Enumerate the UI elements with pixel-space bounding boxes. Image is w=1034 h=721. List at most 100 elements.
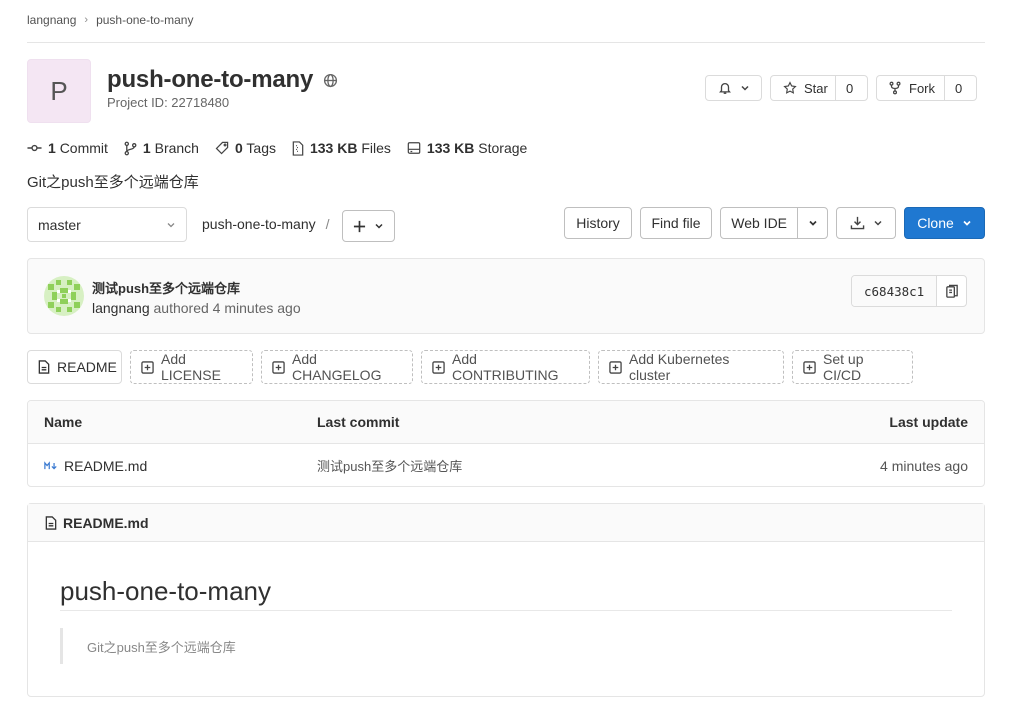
plus-icon [353, 220, 366, 233]
readme-blockquote-text: Git之push至多个远端仓库 [87, 639, 236, 655]
readme-divider [60, 610, 952, 611]
file-name-cell[interactable]: README.md [44, 444, 147, 486]
copy-sha-button[interactable] [936, 276, 966, 306]
markdown-icon [44, 460, 58, 471]
files-stat[interactable]: 133 KB Files [292, 140, 391, 156]
tags-count: 0 [234, 140, 243, 156]
star-button-group[interactable]: Star 0 [770, 75, 868, 101]
star-count[interactable]: 0 [835, 76, 863, 100]
column-header-last-update: Last update [889, 414, 968, 430]
add-to-tree-dropdown[interactable] [342, 210, 395, 242]
plus-square-icon [432, 360, 445, 374]
file-icon [45, 515, 57, 530]
chevron-down-icon [962, 218, 972, 228]
readme-button-label: README [57, 359, 117, 375]
column-header-name: Name [44, 414, 83, 430]
tag-icon [215, 141, 229, 155]
readme-blockquote: Git之push至多个远端仓库 [60, 628, 236, 664]
commits-label: Commit [59, 140, 108, 156]
file-last-update: 4 minutes ago [880, 457, 968, 474]
last-commit-box: 测试push至多个远端仓库 langnang authored 4 minute… [27, 258, 985, 334]
project-description: Git之push至多个远端仓库 [27, 174, 199, 191]
bell-icon [718, 81, 732, 95]
tags-label: Tags [246, 140, 276, 156]
commits-count: 1 [48, 140, 56, 156]
history-button[interactable]: History [564, 207, 632, 239]
repo-path-link[interactable]: push-one-to-many [202, 216, 316, 232]
add-changelog-label: Add CHANGELOG [292, 351, 382, 383]
copy-icon [945, 284, 959, 299]
file-icon [38, 360, 50, 374]
project-stats: 1 Commit 1 Branch 0 Tags 133 KB Files 13… [27, 139, 543, 157]
branches-label: Branch [154, 140, 199, 156]
branches-count: 1 [142, 140, 151, 156]
breadcrumb-owner-link[interactable]: langnang [27, 13, 76, 27]
commit-sha-group: c68438c1 [851, 275, 968, 307]
add-contributing-button[interactable]: Add CONTRIBUTING [421, 350, 590, 384]
readme-button[interactable]: README [27, 350, 122, 384]
storage-stat[interactable]: 133 KB Storage [407, 140, 527, 156]
commits-stat[interactable]: 1 Commit [27, 140, 108, 156]
web-ide-button-group[interactable]: Web IDE [720, 207, 828, 239]
add-kubernetes-cluster-button[interactable]: Add Kubernetes cluster [598, 350, 784, 384]
clone-label: Clone [917, 215, 954, 231]
find-file-button[interactable]: Find file [640, 207, 712, 239]
chevron-down-icon[interactable] [797, 208, 827, 238]
chevron-down-icon [873, 218, 883, 228]
readme-panel: README.md push-one-to-many Git之push至多个远端… [27, 503, 985, 697]
plus-square-icon [609, 360, 622, 374]
clone-dropdown[interactable]: Clone [904, 207, 985, 239]
commit-meta: langnang authored 4 minutes ago [92, 300, 301, 316]
project-avatar[interactable]: P [27, 59, 91, 123]
header-divider [27, 42, 985, 43]
setup-cicd-label: Set up CI/CD [823, 351, 864, 383]
commit-sha-button[interactable]: c68438c1 [852, 276, 937, 306]
readme-heading: push-one-to-many [60, 576, 271, 606]
file-zip-icon [292, 140, 304, 156]
download-icon [850, 216, 865, 230]
commit-author-link[interactable]: langnang [92, 300, 150, 316]
plus-square-icon [272, 360, 285, 374]
branch-dropdown[interactable]: master [27, 207, 187, 242]
table-row[interactable]: README.md 测试push至多个远端仓库 4 minutes ago [28, 444, 984, 486]
commit-author-avatar[interactable] [44, 276, 84, 316]
tags-stat[interactable]: 0 Tags [215, 140, 276, 156]
commit-icon [27, 143, 42, 153]
plus-square-icon [141, 360, 154, 374]
path-separator: / [325, 216, 330, 232]
fork-count[interactable]: 0 [944, 76, 972, 100]
readme-header: README.md [28, 504, 984, 542]
files-label: Files [361, 140, 391, 156]
chevron-down-icon [166, 220, 176, 230]
repo-path-breadcrumb: push-one-to-many / [202, 216, 330, 232]
chevron-down-icon [740, 83, 750, 93]
branch-name: master [38, 216, 81, 233]
file-last-commit-link[interactable]: 测试push至多个远端仓库 [317, 444, 462, 486]
files-size: 133 KB [309, 140, 358, 156]
globe-icon [323, 73, 338, 88]
add-changelog-button[interactable]: Add CHANGELOG [261, 350, 413, 384]
star-label: Star [804, 80, 828, 96]
branch-icon [124, 141, 137, 156]
file-name-link[interactable]: README.md [64, 458, 147, 474]
add-license-button[interactable]: Add LICENSE [130, 350, 253, 384]
commit-authored-time: authored 4 minutes ago [153, 300, 301, 316]
file-tree-header: Name Last commit Last update [28, 401, 984, 444]
branches-stat[interactable]: 1 Branch [124, 140, 199, 156]
fork-button-group[interactable]: Fork 0 [876, 75, 977, 101]
download-dropdown[interactable] [836, 207, 896, 239]
chevron-down-icon [374, 221, 384, 231]
fork-label: Fork [909, 80, 935, 96]
readme-filename-link[interactable]: README.md [63, 515, 149, 531]
notification-dropdown[interactable] [705, 75, 762, 101]
add-contributing-label: Add CONTRIBUTING [452, 351, 559, 383]
commit-title-link[interactable]: 测试push至多个远端仓库 [92, 278, 240, 297]
project-id: Project ID: 22718480 [107, 95, 230, 110]
breadcrumb-project-link[interactable]: push-one-to-many [96, 13, 193, 27]
add-license-label: Add LICENSE [161, 351, 221, 383]
setup-cicd-button[interactable]: Set up CI/CD [792, 350, 913, 384]
web-ide-button[interactable]: Web IDE [721, 215, 797, 231]
column-header-last-commit: Last commit [317, 414, 400, 430]
add-kubernetes-cluster-label: Add Kubernetes cluster [629, 351, 730, 383]
star-icon [783, 81, 797, 95]
